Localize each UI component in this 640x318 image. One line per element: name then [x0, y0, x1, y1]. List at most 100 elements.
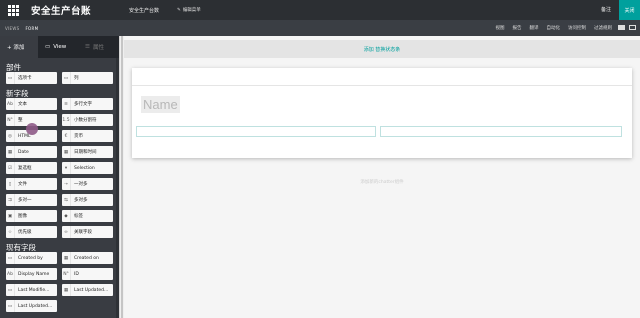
field-priority[interactable]: ☆ 优先级 — [6, 226, 57, 238]
many2one-icon: ⇉ — [6, 194, 15, 206]
field-one2many[interactable]: ⇢ 一对多 — [62, 178, 113, 190]
field-date[interactable]: ▦ Date — [6, 146, 57, 158]
field-label: 复选框 — [18, 166, 32, 171]
field-datetime[interactable]: ▦ 日期和时间 — [62, 146, 113, 158]
field-id[interactable]: N° ID — [62, 268, 113, 280]
number-icon: N° — [62, 268, 71, 280]
app-title: 安全生产台账 — [31, 6, 92, 17]
field-label: Last Updated... — [74, 287, 109, 293]
field-tags[interactable]: ◆ 标签 — [62, 210, 113, 222]
field-decimal[interactable]: 1.5 小数分割符 — [62, 114, 113, 126]
mobile-view-icon[interactable] — [629, 25, 636, 30]
field-created-by[interactable]: ▭ Created by — [6, 252, 57, 264]
editor-toolbar: VIEWS FORM 视图 报告 翻译 自动化 访问控制 过滤规则 — [0, 20, 640, 36]
tab-translate[interactable]: 翻译 — [530, 25, 539, 31]
field-label: 标签 — [74, 214, 83, 219]
field-checkbox[interactable]: ☑ 复选框 — [6, 162, 57, 174]
field-last-updated-by[interactable]: ▭ Last Updated... — [6, 300, 57, 312]
tab-automation[interactable]: 自动化 — [547, 25, 561, 31]
field-label: 多行文字 — [74, 102, 92, 107]
menu-item-ledger[interactable]: 安全生产台数 — [129, 7, 159, 14]
many2one-icon: ▭ — [6, 300, 15, 312]
desktop-view-icon[interactable] — [618, 25, 625, 30]
field-file[interactable]: ▯ 文件 — [6, 178, 57, 190]
form-sheet: Name — [132, 68, 632, 158]
notes-button[interactable]: 备注 — [601, 6, 611, 13]
field-label: 优先级 — [18, 230, 32, 235]
tab-attributes[interactable]: ☰ 属性 — [78, 36, 119, 58]
field-label: 多对一 — [18, 198, 32, 203]
many2one-icon: ▭ — [6, 252, 15, 264]
notebook-icon: ▭ — [6, 72, 15, 84]
tab-views[interactable]: 视图 — [496, 25, 505, 31]
field-last-modified[interactable]: ▭ Last Modifie... — [6, 284, 57, 296]
field-display-name[interactable]: Ab Display Name — [6, 268, 57, 280]
tab-add[interactable]: + 添加 — [0, 36, 38, 58]
view-switcher: 视图 报告 翻译 自动化 访问控制 过滤规则 — [496, 20, 613, 36]
statusbar-placeholder[interactable]: 添加 替换状态条 — [124, 40, 640, 58]
sheet-header[interactable] — [132, 68, 632, 86]
number-icon: N° — [6, 114, 15, 126]
existing-fields-grid: ▭ Created by ▦ Created on Ab Display Name N… — [0, 252, 119, 312]
field-related[interactable]: ∞ 关联字段 — [62, 226, 113, 238]
camera-icon: ▣ — [6, 210, 15, 222]
field-text[interactable]: Ab 文本 — [6, 98, 57, 110]
field-label: Date — [18, 149, 29, 155]
field-image[interactable]: ▣ 图像 — [6, 210, 57, 222]
star-icon: ☆ — [6, 226, 15, 238]
section-existing-fields: 现有字段 — [6, 243, 36, 252]
field-label: 选项卡 — [18, 76, 32, 81]
field-last-updated-on[interactable]: ▦ Last Updated... — [62, 284, 113, 296]
field-label: 文件 — [18, 182, 27, 187]
layout-toggle — [618, 25, 636, 30]
field-label: Last Updated... — [18, 303, 53, 309]
tab-view-label: View — [53, 44, 67, 50]
field-currency[interactable]: € 货币 — [62, 130, 113, 142]
close-button[interactable]: 关闭 — [619, 0, 640, 20]
field-many2many[interactable]: ⇆ 多对多 — [62, 194, 113, 206]
apps-menu-icon[interactable] — [5, 2, 21, 18]
breadcrumb-form: FORM — [25, 25, 39, 31]
tab-view[interactable]: ▭ View — [38, 36, 78, 58]
chatter-hint[interactable]: 添加新的chatter组件 — [124, 179, 640, 185]
field-label: Created on — [74, 255, 99, 261]
field-many2one[interactable]: ⇉ 多对一 — [6, 194, 57, 206]
tab-reports[interactable]: 报告 — [513, 25, 522, 31]
field-label: Selection — [74, 165, 95, 171]
edit-menu-button[interactable]: ✎ 编辑菜单 — [177, 7, 201, 14]
globe-icon: ◎ — [6, 130, 15, 142]
field-notebook[interactable]: ▭ 选项卡 — [6, 72, 57, 84]
field-label: 货币 — [74, 134, 83, 139]
field-created-on[interactable]: ▦ Created on — [62, 252, 113, 264]
calendar-icon: ▦ — [62, 146, 71, 158]
form-editor: 添加 替换状态条 Name 添加新的chatter组件 — [124, 36, 640, 318]
tab-filter-rules[interactable]: 过滤规则 — [594, 25, 612, 31]
field-label: 图像 — [18, 214, 27, 219]
text-icon: Ab — [6, 98, 15, 110]
field-column[interactable]: ▭ 列 — [62, 72, 113, 84]
field-label: 文本 — [18, 102, 27, 107]
section-components: 部件 — [6, 63, 21, 72]
link-icon: ∞ — [62, 226, 71, 238]
tab-access-control[interactable]: 访问控制 — [568, 25, 586, 31]
field-label: 一对多 — [74, 182, 88, 187]
calendar-icon: ▦ — [6, 146, 15, 158]
group-column-right[interactable] — [380, 126, 622, 137]
top-navbar: 安全生产台账 安全生产台数 ✎ 编辑菜单 备注 关闭 — [0, 0, 640, 20]
calendar-icon: ▦ — [62, 284, 71, 296]
field-label: 小数分割符 — [74, 118, 97, 123]
euro-icon: € — [62, 130, 71, 142]
field-multiline[interactable]: ≡ 多行文字 — [62, 98, 113, 110]
edit-menu-label: 编辑菜单 — [182, 8, 201, 13]
pencil-icon: ✎ — [177, 7, 181, 13]
breadcrumb-views[interactable]: VIEWS — [5, 26, 19, 31]
many2one-icon: ▭ — [6, 284, 15, 296]
field-selection[interactable]: ▾ Selection — [62, 162, 113, 174]
components-grid: ▭ 选项卡 ▭ 列 — [0, 72, 119, 84]
many2many-icon: ⇆ — [62, 194, 71, 206]
group-column-left[interactable] — [136, 126, 376, 137]
name-field[interactable]: Name — [141, 96, 180, 113]
field-label: Display Name — [18, 271, 50, 277]
sidebar-tabs: + 添加 ▭ View ☰ 属性 — [0, 36, 119, 58]
field-label: 关联字段 — [74, 230, 92, 235]
